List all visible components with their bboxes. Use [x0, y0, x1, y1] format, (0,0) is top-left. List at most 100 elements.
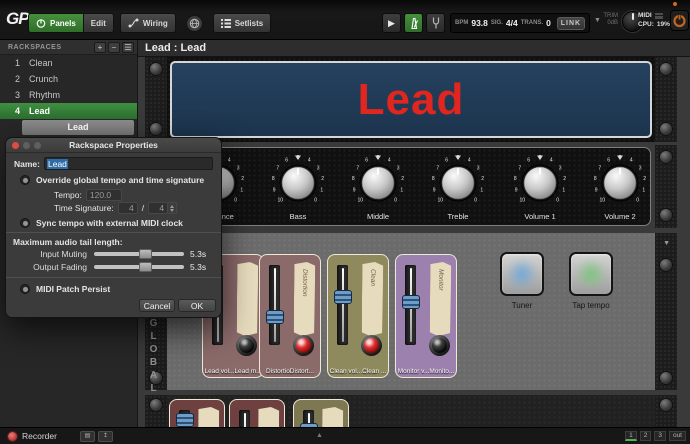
knob-bass[interactable]: 012345678910 Bass	[270, 155, 326, 211]
rackspace-name: Crunch	[29, 74, 58, 84]
lead-title-panel: Lead	[170, 61, 652, 138]
rack-menu-caret-icon[interactable]: ▼	[663, 240, 670, 247]
tempo-input[interactable]: 120.0	[86, 189, 122, 201]
led-button[interactable]	[361, 335, 382, 356]
setlists-button[interactable]: Setlists	[213, 13, 271, 33]
svg-text:4: 4	[550, 158, 553, 164]
led-button[interactable]	[293, 335, 314, 356]
knob-dial[interactable]: 012345678910	[350, 155, 406, 211]
divider	[6, 232, 221, 233]
cancel-button[interactable]: Cancel	[139, 299, 175, 312]
override-tempo-toggle[interactable]	[20, 175, 30, 185]
slider-thumb[interactable]	[139, 262, 152, 272]
screw-icon	[660, 63, 672, 75]
edit-button[interactable]: Edit	[84, 13, 114, 33]
recorder-export-button[interactable]: ↥	[98, 431, 113, 442]
svg-text:10: 10	[520, 198, 526, 204]
sig-value[interactable]: 4/4	[506, 18, 518, 28]
name-input[interactable]: Lead	[44, 157, 213, 170]
svg-text:3: 3	[639, 165, 642, 171]
power-icon	[672, 13, 687, 28]
knob-dial[interactable]: 012345678910	[270, 155, 326, 211]
sidebar-item-rhythm[interactable]: 3 Rhythm	[0, 87, 137, 103]
add-rackspace-button[interactable]: +	[94, 42, 106, 53]
ableton-link-button[interactable]: LINK	[557, 17, 585, 30]
app-logo: GP	[6, 9, 29, 29]
fader-track[interactable]	[303, 410, 314, 427]
fader-cap[interactable]	[176, 413, 194, 427]
sidebar-item-crunch[interactable]: 2 Crunch	[0, 71, 137, 87]
tuner-pad-button[interactable]	[500, 252, 544, 296]
knob-volume-1[interactable]: 012345678910 Volume 1	[512, 155, 568, 211]
transport-caret-icon[interactable]: ▼	[594, 17, 601, 24]
svg-text:2: 2	[563, 176, 566, 182]
rackspace-title-bar: Lead : Lead	[138, 40, 690, 57]
trans-value[interactable]: 0	[546, 18, 551, 28]
zoom-icon[interactable]	[34, 142, 41, 149]
metronome-button[interactable]	[404, 13, 423, 33]
output-fading-label: Output Fading	[13, 262, 87, 272]
record-icon[interactable]	[8, 432, 17, 441]
recorder-files-button[interactable]: ▤	[80, 431, 95, 442]
knob-dial[interactable]: 012345678910	[592, 155, 648, 211]
fader-cap[interactable]	[266, 310, 284, 324]
ok-button[interactable]: OK	[178, 299, 216, 312]
rackspace-menu-button[interactable]: ☰	[122, 42, 134, 53]
panels-button[interactable]: Panels	[28, 13, 84, 33]
tape-label: Clean	[362, 262, 384, 336]
timesig-denominator-input[interactable]: 4	[148, 202, 168, 214]
timesig-stepper[interactable]	[168, 202, 177, 214]
play-button[interactable]: ▶	[382, 13, 401, 33]
knob-volume-2[interactable]: 012345678910 Volume 2	[592, 155, 648, 211]
screw-icon	[660, 259, 672, 271]
output-fading-slider[interactable]	[94, 265, 184, 269]
knob-dial[interactable]: 012345678910	[430, 155, 486, 211]
midi-patch-persist-toggle[interactable]	[20, 284, 30, 294]
sync-midi-clock-toggle[interactable]	[20, 218, 30, 228]
timesig-numerator-input[interactable]: 4	[118, 202, 138, 214]
panic-button[interactable]	[670, 10, 689, 31]
fader-track[interactable]	[179, 410, 190, 427]
led-button[interactable]	[429, 335, 450, 356]
close-icon[interactable]	[12, 142, 19, 149]
variation-item-lead[interactable]: Lead	[0, 119, 137, 137]
tuning-fork-icon	[430, 16, 442, 30]
fader-cap[interactable]	[402, 295, 420, 309]
sidebar-item-lead[interactable]: 4 Lead	[0, 103, 137, 119]
svg-text:2: 2	[241, 176, 244, 182]
fader-cap[interactable]	[334, 290, 352, 304]
panel-knob-icon	[36, 18, 46, 28]
setlists-icon	[221, 18, 231, 28]
fader-track[interactable]	[405, 265, 416, 345]
sidebar-item-clean[interactable]: 1 Clean	[0, 55, 137, 71]
input-muting-slider[interactable]	[94, 252, 184, 256]
knob-dial[interactable]: 012345678910	[512, 155, 568, 211]
remove-rackspace-button[interactable]: −	[108, 42, 120, 53]
tuner-toolbar-button[interactable]	[426, 13, 445, 33]
expand-panel-caret-icon[interactable]: ▲	[316, 432, 323, 439]
fader-track[interactable]	[337, 265, 348, 345]
variation-name: Lead	[22, 120, 134, 135]
panel-title-text: Lead	[358, 75, 465, 125]
trim-value: 0dB	[601, 20, 618, 27]
midi-activity-icon	[655, 13, 663, 19]
knob-treble[interactable]: 012345678910 Treble	[430, 155, 486, 211]
fader-track[interactable]	[239, 410, 250, 427]
wiring-button[interactable]: Wiring	[120, 13, 176, 33]
svg-text:10: 10	[600, 198, 606, 204]
svg-text:4: 4	[388, 158, 391, 164]
led-button[interactable]	[236, 335, 257, 356]
audio-tail-label: Maximum audio tail length:	[13, 237, 123, 247]
strip-label: DistortioDistort...	[260, 368, 320, 375]
global-rackspace-button[interactable]	[186, 15, 203, 32]
tap-tempo-pad-button[interactable]	[569, 252, 613, 296]
fader-track[interactable]	[269, 265, 280, 345]
trans-label: TRANS.	[521, 20, 543, 26]
knob-middle[interactable]: 012345678910 Middle	[350, 155, 406, 211]
minimize-icon[interactable]	[23, 142, 30, 149]
slider-thumb[interactable]	[139, 249, 152, 259]
svg-text:0: 0	[234, 198, 237, 204]
rackspace-name: Lead	[29, 106, 50, 116]
strip-label: Monitor v...Monito...	[396, 368, 456, 375]
bpm-value[interactable]: 93.8	[471, 18, 488, 28]
